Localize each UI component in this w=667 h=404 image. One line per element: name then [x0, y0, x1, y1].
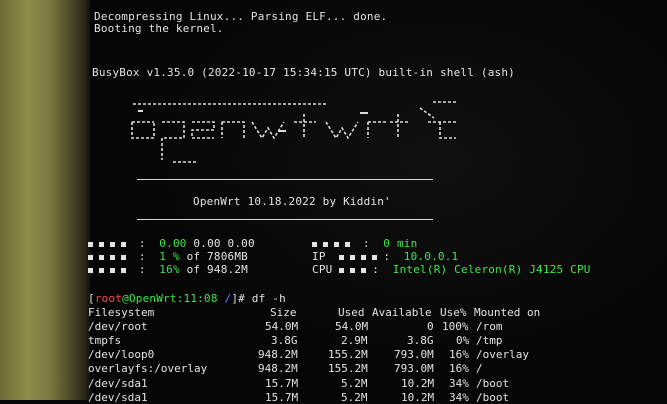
table-cell: 948.2M: [258, 362, 298, 375]
monitor-bezel: [0, 0, 92, 400]
stat-cpu-value: Intel(R) Celeron(R) J4125 CPU: [392, 263, 591, 276]
table-cell: 34%: [449, 377, 469, 390]
stat-memory: : 1 % of 7806MB: [88, 250, 248, 263]
table-cell: /overlay: [476, 348, 529, 361]
table-cell: tmpfs: [88, 334, 122, 347]
stat-memory-value: 1 %: [159, 250, 180, 263]
banner-top-rule: [137, 179, 433, 180]
stat-cpu: CPU : Intel(R) Celeron(R) J4125 CPU: [312, 263, 591, 276]
table-cell: 793.0M: [394, 348, 434, 361]
table-cell: /dev/loop0: [88, 348, 155, 361]
prompt-user: root: [94, 292, 123, 305]
table-cell: overlayfs:/overlay: [88, 362, 208, 375]
table-cell: 54.0M: [265, 320, 299, 333]
table-cell: 15.7M: [265, 391, 299, 404]
table-cell: /dev/sda1: [88, 391, 148, 404]
table-cell: /dev/root: [88, 320, 148, 333]
stat-load-value: 0.00: [159, 237, 187, 250]
stat-ip-value: 10.0.0.1: [403, 250, 459, 263]
shell-prompt[interactable]: [root@OpenWrt:11:08 /]# df -h: [88, 292, 286, 305]
table-cell: 16%: [449, 348, 469, 361]
table-cell: 3.8G: [407, 334, 434, 347]
openwrt-ascii-logo: [131, 101, 458, 163]
prompt-host: OpenWrt: [128, 292, 177, 305]
table-cell: 793.0M: [394, 362, 434, 375]
table-cell: /boot: [476, 391, 510, 404]
stat-ip: IP : 10.0.0.1: [312, 250, 459, 263]
table-cell: 5.2M: [341, 391, 368, 404]
table-cell: 0%: [456, 334, 470, 347]
table-cell: 34%: [449, 391, 469, 404]
stat-load: : 0.00 0.00 0.00: [88, 237, 255, 250]
table-cell: 5.2M: [341, 377, 368, 390]
table-cell: 16%: [449, 362, 469, 375]
banner-bottom-rule: [137, 219, 433, 220]
busybox-version-line: BusyBox v1.35.0 (2022-10-17 15:34:15 UTC…: [92, 66, 515, 79]
table-cell: 155.2M: [328, 362, 368, 375]
table-cell: /tmp: [476, 334, 503, 347]
boot-line-2: Booting the kernel.: [94, 22, 224, 35]
banner-title: OpenWrt 10.18.2022 by Kiddin': [193, 195, 391, 208]
stat-uptime: : 0 min: [312, 237, 417, 250]
table-cell: 100%: [442, 320, 469, 333]
prompt-command: df -h: [251, 292, 286, 305]
table-cell: 2.9M: [341, 334, 368, 347]
table-cell: 10.2M: [401, 377, 435, 390]
stat-disk-value: 16%: [159, 263, 180, 276]
stat-disk: : 16% of 948.2M: [88, 263, 248, 276]
table-cell: 0: [427, 320, 434, 333]
stat-uptime-value: 0 min: [383, 237, 418, 250]
table-cell: 3.8G: [271, 334, 298, 347]
table-cell: 54.0M: [335, 320, 369, 333]
table-cell: 15.7M: [265, 377, 299, 390]
table-cell: /dev/sda1: [88, 377, 148, 390]
table-cell: 948.2M: [258, 348, 298, 361]
table-cell: 155.2M: [328, 348, 368, 361]
table-cell: 10.2M: [401, 391, 435, 404]
table-cell: /rom: [476, 320, 503, 333]
table-cell: /boot: [476, 377, 510, 390]
table-cell: /: [476, 362, 483, 375]
